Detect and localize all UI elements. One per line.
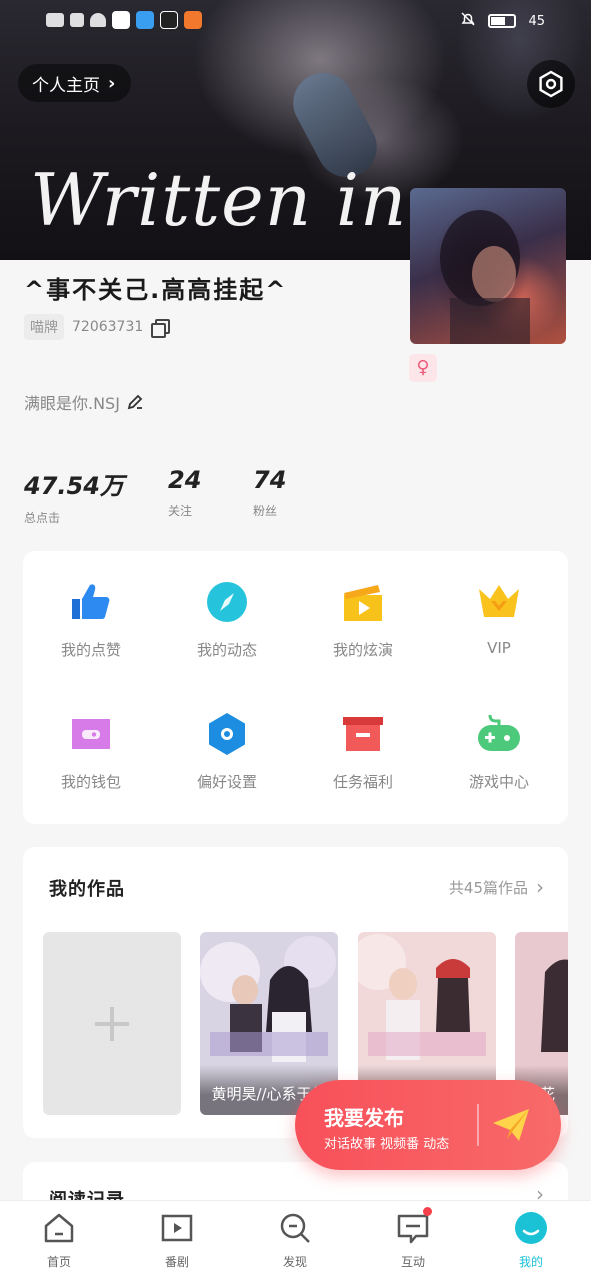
signal-icon-2 [70, 13, 84, 27]
func-label: 我的炫演 [332, 641, 393, 659]
function-grid-card: 我的点赞 我的动态 我的炫演 VIP 我的钱包 偏好设置 任务福利 游戏中心 [23, 551, 568, 824]
clapperboard-icon [344, 585, 382, 621]
paper-plane-icon [493, 1109, 529, 1141]
tab-discover[interactable]: 发现 [236, 1211, 354, 1270]
publish-button[interactable]: 我要发布 对话故事 视频番 动态 [295, 1080, 561, 1170]
settings-hex-icon [539, 70, 563, 98]
bottom-tab-bar: 首页 番剧 发现 互动 我的 [0, 1200, 591, 1280]
user-id-row: 喵牌 72063731 [24, 314, 171, 340]
stat-fans[interactable]: 74 粉丝 [253, 466, 338, 526]
app-notify-icon-2 [160, 11, 178, 29]
edit-pencil-icon[interactable] [126, 393, 144, 411]
wifi-icon [90, 13, 106, 27]
home-icon [44, 1213, 74, 1243]
func-my-wallet[interactable]: 我的钱包 [23, 711, 159, 792]
func-preferences[interactable]: 偏好设置 [159, 711, 295, 792]
settings-button[interactable] [527, 60, 575, 108]
stat-label: 总点击 [24, 511, 61, 525]
tab-label: 首页 [46, 1255, 71, 1269]
stat-value: 74 [253, 466, 287, 494]
bio-text: 满眼是你.NSJ [24, 394, 120, 413]
publish-subtitle: 对话故事 视频番 动态 [324, 1137, 450, 1152]
func-label: 偏好设置 [196, 773, 257, 791]
chevron-right-icon: › [536, 875, 544, 899]
stat-value: 24 [168, 466, 202, 494]
wechat-app-icon [112, 11, 130, 29]
avatar[interactable] [410, 188, 566, 344]
avatar-portrait [440, 210, 530, 344]
tab-mine[interactable]: 我的 [472, 1211, 590, 1270]
status-bar: 45 [0, 0, 591, 44]
gift-box-icon [343, 717, 383, 751]
works-title: 我的作品 [49, 879, 125, 900]
wallet-icon [72, 719, 110, 749]
stat-label: 粉丝 [253, 504, 278, 518]
publish-divider [477, 1104, 479, 1146]
func-my-likes[interactable]: 我的点赞 [23, 579, 159, 660]
battery-icon [488, 14, 517, 28]
id-tag: 喵牌 [24, 314, 64, 340]
personal-homepage-label: 个人主页 [32, 75, 100, 96]
stat-label: 关注 [168, 504, 193, 518]
stats-row: 47.54万 总点击 24 关注 74 粉丝 [24, 466, 338, 526]
works-count: 共45篇作品 [448, 878, 528, 897]
user-id: 72063731 [72, 319, 144, 335]
video-app-icon [184, 11, 202, 29]
bio-row[interactable]: 满眼是你.NSJ [24, 390, 144, 414]
tab-series[interactable]: 番剧 [118, 1211, 236, 1270]
signal-icon [46, 13, 64, 27]
func-label: 我的点赞 [60, 641, 121, 659]
chevron-right-icon: › [108, 72, 116, 94]
compass-icon [207, 582, 247, 622]
func-label: 我的钱包 [60, 773, 121, 791]
stat-total-clicks[interactable]: 47.54万 总点击 [24, 466, 168, 526]
app-notify-icon [136, 11, 154, 29]
notification-dot [423, 1207, 432, 1216]
publish-title: 我要发布 [324, 1106, 404, 1130]
copy-icon[interactable] [151, 319, 171, 338]
tab-label: 互动 [400, 1255, 425, 1269]
func-vip[interactable]: VIP [431, 579, 567, 657]
works-count-link[interactable]: 共45篇作品 › [449, 875, 544, 899]
tab-label: 我的 [518, 1255, 543, 1269]
add-work-button[interactable] [43, 932, 181, 1115]
tab-label: 番剧 [164, 1255, 189, 1269]
func-label: 任务福利 [332, 773, 393, 791]
status-left [46, 11, 202, 29]
battery-level: 45 [528, 13, 545, 29]
message-icon [397, 1214, 429, 1244]
func-label: VIP [487, 639, 511, 657]
status-right: 45 [460, 11, 545, 31]
tab-interaction[interactable]: 互动 [354, 1207, 472, 1270]
profile-face-icon [515, 1212, 547, 1244]
tab-home[interactable]: 首页 [0, 1211, 118, 1270]
message-icon-wrap [396, 1207, 432, 1245]
func-label: 我的动态 [196, 641, 257, 659]
func-my-posts[interactable]: 我的动态 [159, 579, 295, 660]
plus-icon [95, 1006, 129, 1041]
func-label: 游戏中心 [468, 773, 529, 791]
hexagon-settings-icon [209, 713, 245, 755]
gamepad-icon [478, 714, 520, 751]
func-my-performance[interactable]: 我的炫演 [295, 579, 431, 660]
cover-title-text: Written in [30, 158, 408, 242]
discover-search-icon [280, 1213, 310, 1243]
stat-following[interactable]: 24 关注 [168, 466, 253, 526]
mute-bell-icon [460, 11, 476, 31]
play-screen-icon [161, 1214, 193, 1242]
crown-icon [479, 585, 519, 617]
stat-value: 47.54万 [24, 472, 124, 500]
tab-label: 发现 [282, 1255, 307, 1269]
func-task-rewards[interactable]: 任务福利 [295, 711, 431, 792]
gender-female-badge: ♀ [409, 354, 437, 382]
thumbs-up-icon [72, 584, 110, 619]
func-game-center[interactable]: 游戏中心 [431, 711, 567, 792]
personal-homepage-link[interactable]: 个人主页 › [18, 64, 132, 102]
nickname: ^事不关己.高高挂起^ [24, 276, 288, 304]
